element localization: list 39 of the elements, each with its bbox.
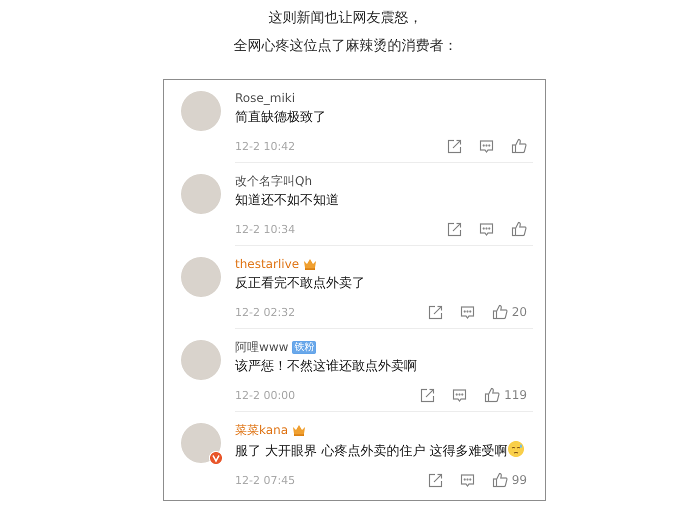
like-count: 20 <box>512 305 527 319</box>
comment-text: 该严惩！不然这谁还敢点外卖啊 <box>235 358 418 376</box>
fan-badge: 铁粉 <box>292 340 316 354</box>
comment-icon[interactable] <box>460 472 475 488</box>
share-icon[interactable] <box>420 388 436 402</box>
comment-icon[interactable] <box>460 304 475 320</box>
username[interactable]: Rose_miki <box>235 91 296 105</box>
thumbs-up-icon[interactable] <box>511 138 527 154</box>
share-icon[interactable] <box>428 472 443 488</box>
comment-icon[interactable] <box>479 138 494 154</box>
timestamp: 12-2 00:00 <box>235 388 296 402</box>
caption-text: 全网心疼这位点了麻辣烫的消费者： <box>234 37 458 56</box>
like-count: 99 <box>512 473 527 487</box>
timestamp: 12-2 02:32 <box>235 306 296 318</box>
caption-text: 这则新闻也让网友震怒， <box>268 9 422 28</box>
thumbs-up-icon[interactable] <box>484 387 500 403</box>
sweat-face-icon <box>507 440 526 458</box>
thumbs-up-icon[interactable] <box>511 221 527 237</box>
timestamp: 12-2 10:34 <box>235 222 296 236</box>
username[interactable]: 阿哩www <box>235 338 288 356</box>
comment-text: 简直缺德极致了 <box>235 109 327 127</box>
username[interactable]: 改个名字叫Qh <box>235 172 312 190</box>
comment-text: 知道还不如不知道 <box>235 192 340 210</box>
share-icon[interactable] <box>428 304 443 320</box>
thumbs-up-icon[interactable] <box>492 304 508 320</box>
verified-icon <box>209 451 223 465</box>
avatar[interactable] <box>181 423 221 463</box>
thumbs-up-icon[interactable] <box>492 472 508 488</box>
comment-icon[interactable] <box>479 222 494 236</box>
comment-text: 服了 大开眼界 心疼点外卖的住户 这得多难受啊 <box>235 440 533 462</box>
share-icon[interactable] <box>447 222 462 236</box>
timestamp: 12-2 07:45 <box>235 474 296 486</box>
like-count: 119 <box>504 388 527 402</box>
timestamp: 12-2 10:42 <box>235 140 296 152</box>
crown-icon <box>292 424 306 436</box>
share-icon[interactable] <box>447 138 462 154</box>
crown-icon <box>303 258 318 270</box>
comment-text: 反正看完不敢点外卖了 <box>235 275 366 293</box>
comment-icon[interactable] <box>452 388 468 402</box>
